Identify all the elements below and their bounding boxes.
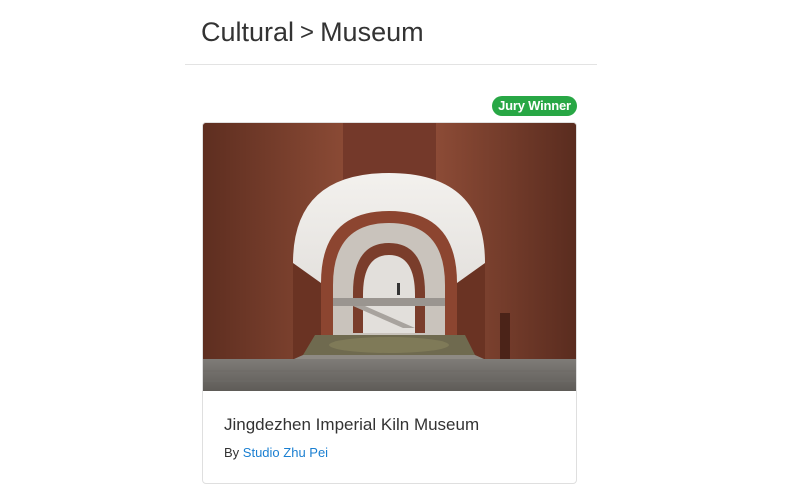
breadcrumb-separator-icon: > — [300, 18, 315, 46]
studio-link[interactable]: Studio Zhu Pei — [243, 445, 328, 460]
jury-winner-badge: Jury Winner — [492, 96, 577, 116]
byline-prefix: By — [224, 445, 240, 460]
project-card[interactable]: Jingdezhen Imperial Kiln Museum By Studi… — [202, 122, 577, 484]
breadcrumb: Cultural > Museum — [201, 17, 424, 48]
project-byline: By Studio Zhu Pei — [224, 445, 328, 460]
breadcrumb-item-cultural[interactable]: Cultural — [201, 17, 294, 48]
breadcrumb-header: Cultural > Museum — [185, 0, 597, 65]
project-photo[interactable] — [203, 123, 576, 391]
breadcrumb-item-museum[interactable]: Museum — [320, 17, 424, 48]
project-title[interactable]: Jingdezhen Imperial Kiln Museum — [224, 415, 479, 435]
